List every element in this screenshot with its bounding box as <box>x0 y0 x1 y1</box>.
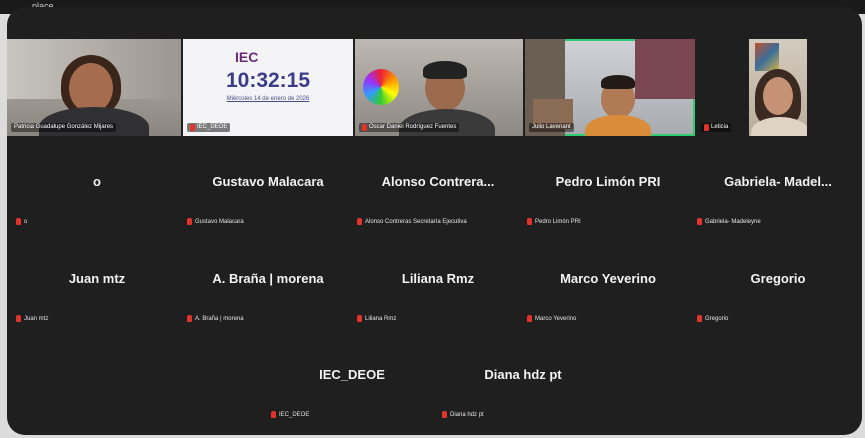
participant-video-tile-active-speaker[interactable]: Julio Lavenant <box>525 39 695 136</box>
participant-display-name: Marco Yeverino <box>560 271 656 286</box>
participant-display-name: Gabriela- Madel... <box>724 174 832 189</box>
participant-tile[interactable]: Juan mtz Juan mtz <box>12 239 182 332</box>
mic-muted-icon <box>357 315 362 322</box>
iec-logo: IEC <box>235 49 259 65</box>
participant-name-label: Pedro Limón PRI <box>527 218 581 225</box>
participant-video-tile[interactable]: Patricia Guadalupe González Mijares <box>7 39 181 136</box>
mic-muted-icon <box>442 411 447 418</box>
video-background <box>635 39 695 99</box>
participant-tile[interactable]: Gabriela- Madel... Gabriela- Madeleyne <box>693 142 862 235</box>
mic-muted-icon <box>190 124 195 131</box>
video-person-body <box>585 115 651 136</box>
participant-tile[interactable]: Marco Yeverino Marco Yeverino <box>523 239 693 332</box>
participant-name-label: Liliana Rmz <box>357 315 396 322</box>
participant-name-label: Patricia Guadalupe González Mijares <box>11 123 117 132</box>
mic-muted-icon <box>527 218 532 225</box>
participant-name-label: o <box>16 218 27 225</box>
participant-video-tile[interactable]: Oscar Daniel Rodríguez Fuentes <box>355 39 523 136</box>
participant-name-label: IEC_DEOE <box>271 411 309 418</box>
participant-name-label: Juan mtz <box>16 315 48 322</box>
slide-clock: 10:32:15 <box>225 69 311 92</box>
mic-muted-icon <box>704 124 709 131</box>
participant-tile[interactable]: Pedro Limón PRI Pedro Limón PRI <box>523 142 693 235</box>
participant-display-name: Juan mtz <box>68 271 126 286</box>
participant-name-label: A. Braña | morena <box>187 315 244 322</box>
participant-tile[interactable]: o o <box>12 142 182 235</box>
participant-name-label: IEC_DEOE <box>187 123 231 132</box>
participant-name-label: Oscar Daniel Rodríguez Fuentes <box>359 123 460 132</box>
participant-name-label: Diana hdz pt <box>442 411 484 418</box>
participant-name-label: Gabriela- Madeleyne <box>697 218 761 225</box>
mic-muted-icon <box>16 315 21 322</box>
video-person-hair <box>601 75 635 89</box>
mic-muted-icon <box>357 218 362 225</box>
mic-muted-icon <box>697 315 702 322</box>
participant-name-label: Marco Yeverino <box>527 315 576 322</box>
participant-tile[interactable]: A. Braña | morena A. Braña | morena <box>183 239 353 332</box>
participant-name-label: Alonso Contreras Secretaría Ejecutiva <box>357 218 467 225</box>
color-wheel-decoration <box>363 69 399 105</box>
participant-name-label: Leticia <box>701 123 732 132</box>
mic-muted-icon <box>697 218 702 225</box>
participant-display-name: o <box>93 174 101 189</box>
participant-tile[interactable]: Alonso Contrera... Alonso Contreras Secr… <box>353 142 523 235</box>
mic-muted-icon <box>527 315 532 322</box>
wall-art <box>755 43 779 71</box>
participant-display-name: IEC_DEOE <box>319 367 385 382</box>
mic-muted-icon <box>271 411 276 418</box>
participant-tile[interactable]: Liliana Rmz Liliana Rmz <box>353 239 523 332</box>
participant-display-name: Gregorio <box>750 271 806 286</box>
mic-muted-icon <box>362 124 367 131</box>
shared-screen-tile[interactable]: IEC 10:32:15 Miércoles 14 de enero de 20… <box>183 39 353 136</box>
participant-name-label: Julio Lavenant <box>529 123 574 132</box>
slide-date: Miércoles 14 de enero de 2026 <box>226 96 310 102</box>
video-person-face <box>763 77 793 115</box>
participant-display-name: Pedro Limón PRI <box>555 174 661 189</box>
participant-tile[interactable]: Diana hdz pt Diana hdz pt <box>438 335 608 428</box>
participant-display-name: Alonso Contrera... <box>381 174 495 189</box>
participant-display-name: Diana hdz pt <box>484 367 562 382</box>
video-person-face <box>69 63 113 113</box>
participant-tile[interactable]: Gustavo Malacara Gustavo Malacara <box>183 142 353 235</box>
participant-tile[interactable]: IEC_DEOE IEC_DEOE <box>267 335 437 428</box>
participant-name-label: Gustavo Malacara <box>187 218 244 225</box>
participant-name-label: Gregorio <box>697 315 728 322</box>
participant-display-name: Gustavo Malacara <box>212 174 324 189</box>
meeting-stage: Patricia Guadalupe González Mijares IEC … <box>7 7 862 435</box>
participant-tile[interactable]: Gregorio Gregorio <box>693 239 862 332</box>
mic-muted-icon <box>187 315 192 322</box>
participant-video-tile[interactable]: Leticia <box>697 39 807 136</box>
participant-display-name: A. Braña | morena <box>212 271 324 286</box>
participant-display-name: Liliana Rmz <box>401 271 475 286</box>
mic-muted-icon <box>16 218 21 225</box>
mic-muted-icon <box>187 218 192 225</box>
video-person-hair <box>423 61 467 79</box>
